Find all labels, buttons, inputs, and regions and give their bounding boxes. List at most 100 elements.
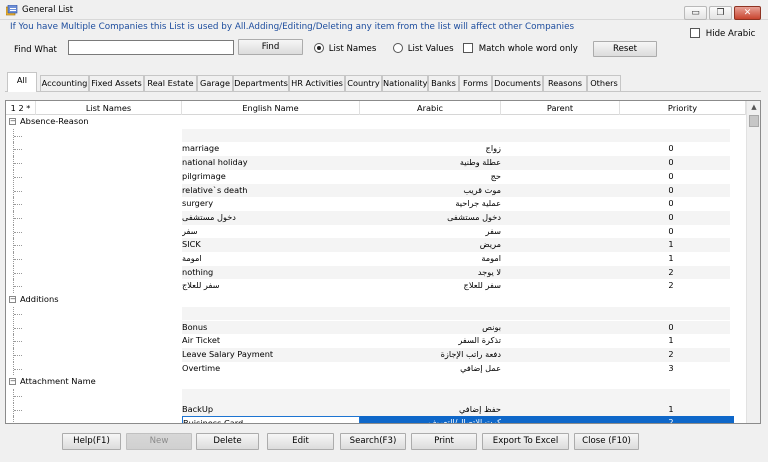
export-to-excel-button[interactable]: Export To Excel xyxy=(482,433,569,450)
priority-cell[interactable]: 2 xyxy=(620,266,722,280)
priority-cell[interactable]: 1 xyxy=(620,334,722,348)
priority-cell[interactable]: 0 xyxy=(620,156,722,170)
arabic-name-cell[interactable]: تذكرة السفر xyxy=(360,334,501,348)
table-row[interactable]: Air Ticket تذكرة السفر 1 xyxy=(6,334,746,348)
table-row[interactable]: Buisiness Card كرت الاتصال/التعريف 2 xyxy=(6,416,746,423)
column-english-name[interactable]: English Name xyxy=(182,101,360,115)
collapse-icon[interactable]: − xyxy=(9,296,16,304)
column-list-names[interactable]: List Names xyxy=(36,101,182,115)
close-button[interactable]: Close (F10) xyxy=(574,433,639,450)
english-name-cell[interactable]: national holiday xyxy=(182,156,360,170)
find-button[interactable]: Find xyxy=(238,39,303,55)
tab-accounting[interactable]: Accounting xyxy=(40,75,89,91)
reset-button[interactable]: Reset xyxy=(593,41,657,57)
tab-hr-activities[interactable]: HR Activities xyxy=(289,75,345,91)
match-whole-word-checkbox[interactable]: Match whole word only xyxy=(463,43,578,54)
hide-arabic-checkbox[interactable]: Hide Arabic xyxy=(690,28,755,39)
priority-cell[interactable]: 2 xyxy=(620,279,722,293)
english-name-cell[interactable]: marriage xyxy=(182,142,360,156)
arabic-name-cell[interactable]: كرت الاتصال/التعريف xyxy=(360,416,501,423)
arabic-name-cell[interactable]: دفعة راتب الإجازة xyxy=(360,348,501,362)
priority-cell[interactable]: 0 xyxy=(620,197,722,211)
delete-button[interactable]: Delete xyxy=(196,433,259,450)
priority-cell[interactable]: 1 xyxy=(620,403,722,417)
tab-forms[interactable]: Forms xyxy=(459,75,492,91)
collapse-icon[interactable]: − xyxy=(9,118,16,125)
arabic-name-cell[interactable]: حج xyxy=(360,170,501,184)
group-row[interactable]: − Attachment Name xyxy=(6,375,746,389)
english-name-cell[interactable]: سفر للعلاج xyxy=(182,279,360,293)
tab-departments[interactable]: Departments xyxy=(233,75,289,91)
table-row[interactable]: سفر سفر 0 xyxy=(6,224,746,239)
table-row[interactable]: سفر للعلاج سفر للعلاج 2 xyxy=(6,279,746,294)
tab-reasons[interactable]: Reasons xyxy=(543,75,587,91)
table-row[interactable]: nothing لا يوجد 2 xyxy=(6,265,746,280)
tab-country[interactable]: Country xyxy=(345,75,382,91)
spacer-row[interactable] xyxy=(6,128,746,143)
column-parent[interactable]: Parent xyxy=(501,101,620,115)
english-name-cell[interactable]: Overtime xyxy=(182,362,360,376)
tab-others[interactable]: Others xyxy=(587,75,621,91)
spacer-row[interactable] xyxy=(6,306,746,321)
arabic-name-cell[interactable]: عطلة وطنية xyxy=(360,156,501,170)
checkbox-box[interactable] xyxy=(463,43,473,53)
arabic-name-cell[interactable]: امومة xyxy=(360,252,501,266)
tab-banks[interactable]: Banks xyxy=(428,75,459,91)
priority-cell[interactable]: 0 xyxy=(620,142,722,156)
table-row[interactable]: pilgrimage حج 0 xyxy=(6,169,746,184)
tab-fixed-assets[interactable]: Fixed Assets xyxy=(89,75,144,91)
tab-documents[interactable]: Documents xyxy=(492,75,543,91)
new-button[interactable]: New xyxy=(126,433,192,450)
table-row[interactable]: SICK مريض 1 xyxy=(6,238,746,252)
tab-all[interactable]: All xyxy=(7,72,37,92)
english-name-cell[interactable]: BackUp xyxy=(182,403,360,417)
close-window-button[interactable]: ✕ xyxy=(734,6,761,20)
table-row[interactable]: Bonus بونص 0 xyxy=(6,320,746,335)
radio-selected-icon[interactable] xyxy=(314,43,324,53)
list-grid[interactable]: 1 2 * List Names English Name Arabic Par… xyxy=(5,100,761,424)
tab-real-estate[interactable]: Real Estate xyxy=(144,75,197,91)
column-arabic[interactable]: Arabic xyxy=(360,101,501,115)
find-what-input[interactable] xyxy=(68,40,234,55)
priority-cell[interactable]: 0 xyxy=(620,170,722,184)
minimize-button[interactable]: ▭ xyxy=(684,6,707,20)
arabic-name-cell[interactable]: زواج xyxy=(360,142,501,156)
tab-garage[interactable]: Garage xyxy=(197,75,233,91)
table-row[interactable]: Overtime عمل إضافي 3 xyxy=(6,361,746,376)
priority-cell[interactable]: 0 xyxy=(620,184,722,198)
arabic-name-cell[interactable]: مريض xyxy=(360,238,501,252)
collapse-icon[interactable]: − xyxy=(9,378,16,386)
english-name-cell[interactable]: pilgrimage xyxy=(182,170,360,184)
english-name-cell[interactable]: Bonus xyxy=(182,321,360,335)
arabic-name-cell[interactable]: سفر للعلاج xyxy=(360,279,501,293)
edit-button[interactable]: Edit xyxy=(267,433,334,450)
priority-cell[interactable]: 0 xyxy=(620,211,722,225)
priority-cell[interactable]: 2 xyxy=(620,416,722,423)
spacer-row[interactable] xyxy=(6,389,746,403)
tab-nationality[interactable]: Nationality xyxy=(382,75,428,91)
restore-button[interactable]: ❐ xyxy=(709,6,732,20)
arabic-name-cell[interactable]: موت قريب xyxy=(360,184,501,198)
table-row[interactable]: Leave Salary Payment دفعة راتب الإجازة 2 xyxy=(6,347,746,362)
vertical-scrollbar[interactable] xyxy=(746,101,760,423)
list-names-radio[interactable]: List Names xyxy=(314,43,376,54)
group-row[interactable]: − Additions xyxy=(6,293,746,307)
priority-cell[interactable]: 0 xyxy=(620,321,722,335)
arabic-name-cell[interactable]: لا يوجد xyxy=(360,266,501,280)
english-name-cell[interactable]: relative`s death xyxy=(182,184,360,198)
arabic-name-cell[interactable]: دخول مستشفى xyxy=(360,211,501,225)
priority-cell[interactable]: 1 xyxy=(620,252,722,266)
english-name-cell[interactable]: سفر xyxy=(182,225,360,239)
column-priority[interactable]: Priority xyxy=(620,101,746,115)
english-name-cell[interactable]: دخول مستشفى xyxy=(182,211,360,225)
table-row[interactable]: دخول مستشفى دخول مستشفى 0 xyxy=(6,210,746,225)
arabic-name-cell[interactable]: بونص xyxy=(360,321,501,335)
print-button[interactable]: Print xyxy=(411,433,477,450)
table-row[interactable]: marriage زواج 0 xyxy=(6,142,746,157)
priority-cell[interactable]: 0 xyxy=(620,225,722,239)
english-name-cell[interactable]: nothing xyxy=(182,266,360,280)
priority-cell[interactable]: 3 xyxy=(620,362,722,376)
table-row[interactable]: امومة امومة 1 xyxy=(6,252,746,266)
search-button[interactable]: Search(F3) xyxy=(340,433,406,450)
scroll-thumb[interactable] xyxy=(749,115,759,127)
